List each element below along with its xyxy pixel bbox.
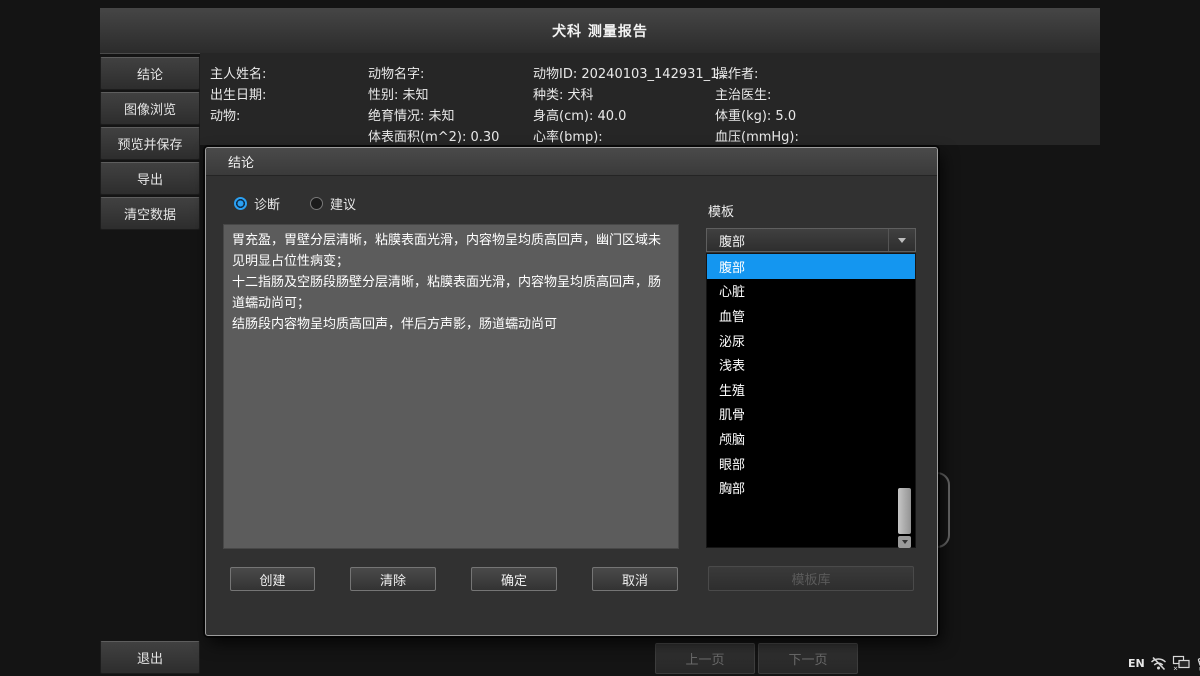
network-disconnected-icon bbox=[1150, 656, 1167, 671]
clear-button-label: 清除 bbox=[380, 570, 406, 589]
sidebar-item-preview-save[interactable]: 预览并保存 bbox=[100, 127, 200, 160]
list-item-urinary[interactable]: 泌尿 bbox=[707, 328, 915, 353]
height-value: 身高(cm): 40.0 bbox=[533, 106, 731, 127]
list-item-eye[interactable]: 眼部 bbox=[707, 451, 915, 476]
patient-info-col-3: 动物ID: 20240103_142931_1… 种类: 犬科 身高(cm): … bbox=[533, 64, 731, 148]
dual-display-icon: ✕ bbox=[1172, 655, 1191, 671]
exit-button-label: 退出 bbox=[137, 648, 163, 667]
radio-diagnosis-label: 诊断 bbox=[254, 194, 280, 213]
confirm-button-label: 确定 bbox=[501, 570, 527, 589]
next-page-button[interactable]: 下一页 bbox=[758, 643, 858, 674]
dicom-icon: DCM bbox=[1196, 655, 1200, 671]
page-title: 犬科 测量报告 bbox=[552, 21, 648, 41]
dialog-title: 结论 bbox=[228, 152, 254, 171]
sidebar-item-label: 预览并保存 bbox=[117, 134, 182, 153]
list-item-musculoskeletal[interactable]: 肌骨 bbox=[707, 402, 915, 427]
template-library-button[interactable]: 模板库 bbox=[708, 566, 914, 591]
svg-text:✕: ✕ bbox=[1173, 666, 1178, 672]
conclusion-type-radio-group: 诊断 建议 bbox=[234, 194, 356, 213]
sidebar-item-label: 图像浏览 bbox=[124, 99, 176, 118]
birth-date-label: 出生日期: bbox=[210, 85, 266, 106]
radio-suggestion[interactable]: 建议 bbox=[310, 194, 356, 213]
list-item-superficial[interactable]: 浅表 bbox=[707, 352, 915, 377]
body-surface-value: 体表面积(m^2): 0.30 bbox=[368, 127, 499, 148]
patient-info-col-2: 动物名字: 性别: 未知 绝育情况: 未知 体表面积(m^2): 0.30 bbox=[368, 64, 499, 148]
scrollbar-thumb[interactable] bbox=[898, 488, 911, 534]
animal-id-value: 动物ID: 20240103_142931_1… bbox=[533, 64, 731, 85]
template-dropdown[interactable]: 腹部 bbox=[706, 228, 916, 252]
sidebar-item-conclusion[interactable]: 结论 bbox=[100, 57, 200, 90]
template-library-label: 模板库 bbox=[791, 569, 830, 588]
list-item-reproductive[interactable]: 生殖 bbox=[707, 377, 915, 402]
list-item-heart[interactable]: 心脏 bbox=[707, 279, 915, 304]
list-item-vessel[interactable]: 血管 bbox=[707, 303, 915, 328]
conclusion-textarea[interactable]: 胃充盈，胃壁分层清晰，粘膜表面光滑，内容物呈均质高回声，幽门区域未见明显占位性病… bbox=[223, 224, 679, 549]
weight-value: 体重(kg): 5.0 bbox=[715, 106, 799, 127]
heart-rate-label: 心率(bmp): bbox=[533, 127, 731, 148]
cancel-button[interactable]: 取消 bbox=[592, 567, 678, 591]
create-button[interactable]: 创建 bbox=[230, 567, 315, 591]
operator-label: 操作者: bbox=[715, 64, 799, 85]
species-value: 种类: 犬科 bbox=[533, 85, 731, 106]
owner-name-label: 主人姓名: bbox=[210, 64, 266, 85]
sidebar-item-image-browse[interactable]: 图像浏览 bbox=[100, 92, 200, 125]
next-page-label: 下一页 bbox=[788, 649, 827, 668]
radio-diagnosis[interactable]: 诊断 bbox=[234, 194, 280, 213]
radio-selected-icon bbox=[234, 197, 247, 210]
blood-pressure-label: 血压(mmHg): bbox=[715, 127, 799, 148]
list-item-chest[interactable]: 胸部 bbox=[707, 475, 915, 500]
confirm-button[interactable]: 确定 bbox=[471, 567, 557, 591]
animal-name-label: 动物名字: bbox=[368, 64, 499, 85]
prev-page-button[interactable]: 上一页 bbox=[655, 643, 755, 674]
doctor-label: 主治医生: bbox=[715, 85, 799, 106]
list-item-abdomen[interactable]: 腹部 bbox=[707, 254, 915, 279]
sidebar-item-label: 清空数据 bbox=[124, 204, 176, 223]
radio-suggestion-label: 建议 bbox=[330, 194, 356, 213]
title-bar: 犬科 测量报告 bbox=[100, 8, 1100, 54]
gender-value: 性别: 未知 bbox=[368, 85, 499, 106]
dialog-title-bar[interactable]: 结论 bbox=[206, 148, 937, 176]
list-item-cranial[interactable]: 颅脑 bbox=[707, 426, 915, 451]
exit-button[interactable]: 退出 bbox=[100, 641, 200, 674]
chevron-down-icon[interactable] bbox=[888, 229, 915, 251]
sidebar-item-label: 导出 bbox=[137, 169, 163, 188]
cancel-button-label: 取消 bbox=[622, 570, 648, 589]
empty-cell bbox=[210, 127, 266, 148]
language-indicator[interactable]: EN bbox=[1128, 657, 1145, 670]
create-button-label: 创建 bbox=[259, 570, 285, 589]
sidebar-item-clear-data[interactable]: 清空数据 bbox=[100, 197, 200, 230]
sidebar-item-label: 结论 bbox=[137, 64, 163, 83]
neuter-status-value: 绝育情况: 未知 bbox=[368, 106, 499, 127]
animal-label: 动物: bbox=[210, 106, 266, 127]
patient-info-header: 主人姓名: 出生日期: 动物: 动物名字: 性别: 未知 绝育情况: 未知 体表… bbox=[200, 53, 1100, 145]
sidebar-item-export[interactable]: 导出 bbox=[100, 162, 200, 195]
template-dropdown-value: 腹部 bbox=[719, 231, 745, 250]
scrollbar-down-button[interactable] bbox=[898, 536, 911, 548]
template-options-list: 腹部 心脏 血管 泌尿 浅表 生殖 肌骨 颅脑 眼部 胸部 bbox=[706, 253, 916, 548]
prev-page-label: 上一页 bbox=[685, 649, 724, 668]
sidebar: 结论 图像浏览 预览并保存 导出 清空数据 bbox=[100, 57, 200, 232]
patient-info-col-1: 主人姓名: 出生日期: 动物: bbox=[210, 64, 266, 148]
radio-unselected-icon bbox=[310, 197, 323, 210]
template-label: 模板 bbox=[708, 201, 734, 220]
conclusion-dialog: 结论 诊断 建议 胃充盈，胃壁分层清晰，粘膜表面光滑，内容物呈均质高回声，幽门区… bbox=[205, 147, 938, 636]
patient-info-col-4: 操作者: 主治医生: 体重(kg): 5.0 血压(mmHg): bbox=[715, 64, 799, 148]
status-bar: EN ✕ DCM bbox=[1128, 653, 1200, 673]
clear-button[interactable]: 清除 bbox=[350, 567, 436, 591]
